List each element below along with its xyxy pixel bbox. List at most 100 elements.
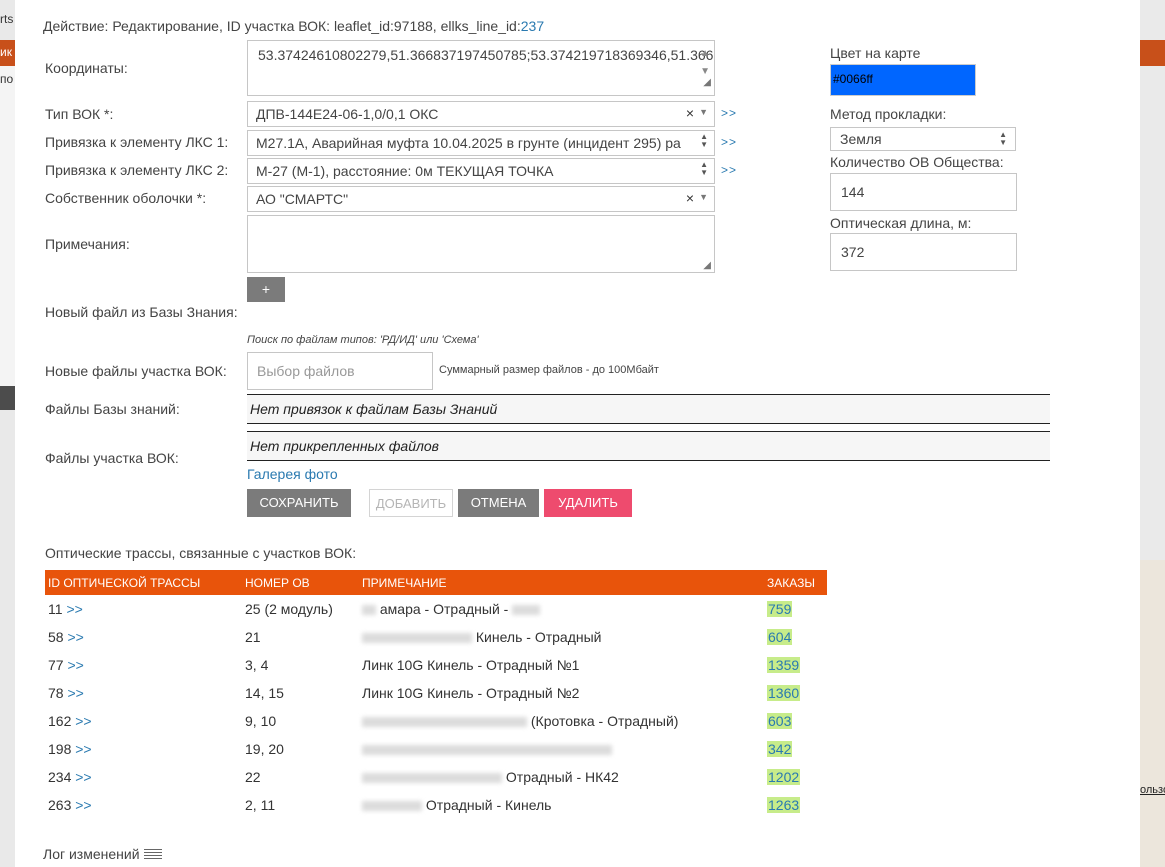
route-ob: 9, 10 (245, 713, 277, 729)
route-details-link[interactable]: >> (66, 601, 82, 617)
redacted-text (362, 745, 612, 756)
clear-icon[interactable]: × (686, 190, 694, 206)
optical-length-input[interactable]: 372 (830, 233, 1017, 271)
chevron-down-icon[interactable]: ▼ (699, 192, 708, 202)
owner-label: Собственник оболочки *: (45, 190, 207, 206)
background-text-fragment: по (0, 72, 14, 86)
table-row: 77 >> 3, 4 Линк 10G Кинель - Отрадный №1… (45, 651, 827, 679)
file-size-note: Суммарный размер файлов - до 100Мбайт (439, 364, 659, 376)
updown-icon[interactable]: ▲ ▼ (999, 131, 1007, 147)
lks1-select[interactable]: М27.1А, Аварийная муфта 10.04.2025 в гру… (247, 130, 715, 156)
background-text-fragment: rts (0, 12, 14, 26)
order-link[interactable]: 342 (767, 741, 793, 757)
redacted-text (362, 717, 527, 728)
order-link[interactable]: 759 (767, 601, 793, 617)
route-details-link[interactable]: >> (75, 769, 91, 785)
route-ob: 21 (245, 629, 261, 645)
new-files-label: Новые файлы участка ВОК: (45, 363, 227, 379)
updown-icon[interactable]: ▲ ▼ (700, 133, 708, 149)
owner-select[interactable]: АО "СМАРТС" × ▼ (247, 186, 715, 212)
clear-icon[interactable]: × (686, 105, 694, 121)
owner-value: АО "СМАРТС" (256, 191, 349, 207)
order-link[interactable]: 604 (767, 629, 793, 645)
save-button[interactable]: Сохранить (247, 489, 351, 517)
background-panel (0, 66, 15, 386)
route-id: 11 (48, 601, 63, 617)
route-note: Отрадный - НК42 (359, 763, 764, 791)
order-link[interactable]: 603 (767, 713, 793, 729)
lks2-details-link[interactable]: >> (721, 163, 737, 177)
route-note (359, 735, 764, 763)
lks2-value: М-27 (М-1), расстояние: 0м ТЕКУЩАЯ ТОЧКА (256, 163, 554, 179)
route-id: 78 (48, 685, 64, 701)
kb-files-box: Нет привязок к файлам Базы Знаний (247, 394, 1050, 424)
route-details-link[interactable]: >> (75, 741, 91, 757)
table-row: 78 >> 14, 15 Линк 10G Кинель - Отрадный … (45, 679, 827, 707)
route-details-link[interactable]: >> (67, 685, 83, 701)
order-link[interactable]: 1359 (767, 657, 801, 673)
table-row: 198 >> 19, 20 342 (45, 735, 827, 763)
method-label: Метод прокладки: (830, 106, 947, 122)
line-id-link[interactable]: 237 (521, 18, 544, 34)
fiber-count-input[interactable]: 144 (830, 173, 1017, 211)
route-note: Линк 10G Кинель - Отрадный №2 (362, 685, 580, 701)
column-header-ob: Номер ОВ (242, 570, 359, 595)
section-files-label: Файлы участка ВОК: (45, 450, 179, 466)
background-map (1140, 560, 1165, 867)
photo-gallery-link[interactable]: Галерея фото (247, 466, 338, 482)
fiber-count-label: Количество ОВ Общества: (830, 154, 1004, 170)
lks1-value: М27.1А, Аварийная муфта 10.04.2025 в гру… (256, 135, 681, 151)
route-note: Кинель - Отрадный (359, 623, 764, 651)
route-note-text: (Кротовка - Отрадный) (530, 713, 679, 729)
resize-handle-icon[interactable]: ◢ (703, 72, 711, 94)
route-note: Линк 10G Кинель - Отрадный №1 (362, 657, 580, 673)
table-row: 162 >> 9, 10 (Кротовка - Отрадный) 603 (45, 707, 827, 735)
route-ob: 25 (2 модуль) (245, 601, 333, 617)
action-header: Действие: Редактирование, ID участка ВОК… (43, 18, 544, 34)
color-label: Цвет на карте (830, 45, 921, 61)
type-details-link[interactable]: >> (721, 106, 737, 120)
column-header-id: ID оптической трассы (45, 570, 242, 595)
delete-button[interactable]: Удалить (544, 489, 632, 517)
column-header-note: Примечание (359, 570, 764, 595)
redacted-text (362, 633, 472, 644)
method-select[interactable]: Земля ▲ ▼ (830, 127, 1016, 151)
order-link[interactable]: 1263 (767, 797, 801, 813)
updown-icon[interactable]: ▲ ▼ (700, 161, 708, 177)
coords-label: Координаты: (45, 60, 128, 76)
route-details-link[interactable]: >> (75, 797, 91, 813)
lks2-select[interactable]: М-27 (М-1), расстояние: 0м ТЕКУЩАЯ ТОЧКА… (247, 158, 715, 184)
change-log-toggle[interactable]: Лог изменений (43, 846, 162, 862)
resize-handle-icon[interactable]: ◢ (703, 260, 711, 271)
routes-table: ID оптической трассы Номер ОВ Примечание… (45, 570, 827, 819)
route-note: (Кротовка - Отрадный) (359, 707, 764, 735)
notes-label: Примечания: (45, 236, 130, 252)
add-button[interactable]: Добавить (369, 489, 453, 517)
coords-value: 53.37424610802279,51.366837197450785;53.… (258, 47, 714, 63)
background-page-left: rts ик по (0, 0, 15, 867)
column-header-orders: Заказы (764, 570, 827, 595)
table-row: 11 >> 25 (2 модуль) амара - Отрадный - 7… (45, 595, 827, 623)
route-ob: 19, 20 (245, 741, 284, 757)
color-picker[interactable]: #0066ff (830, 64, 976, 96)
file-picker[interactable]: Выбор файлов (247, 352, 433, 390)
route-details-link[interactable]: >> (75, 713, 91, 729)
notes-textarea[interactable]: ◢ (247, 215, 715, 273)
redacted-text (362, 801, 422, 812)
background-dark-bar (0, 386, 15, 410)
route-details-link[interactable]: >> (67, 629, 83, 645)
coords-textarea[interactable]: 53.37424610802279,51.366837197450785;53.… (247, 40, 715, 96)
table-row: 234 >> 22 Отрадный - НК42 1202 (45, 763, 827, 791)
chevron-down-icon[interactable]: ▼ (699, 107, 708, 117)
type-value: ДПВ-144Е24-06-1,0/0,1 ОКС (256, 106, 439, 122)
route-id: 77 (48, 657, 64, 673)
order-link[interactable]: 1360 (767, 685, 801, 701)
add-kb-file-button[interactable]: + (247, 277, 285, 302)
route-details-link[interactable]: >> (67, 657, 83, 673)
cancel-button[interactable]: Отмена (458, 489, 539, 517)
background-header-bar (1140, 40, 1165, 66)
type-select[interactable]: ДПВ-144Е24-06-1,0/0,1 ОКС × ▼ (247, 101, 715, 127)
method-value: Земля (840, 131, 882, 147)
lks1-details-link[interactable]: >> (721, 135, 737, 149)
order-link[interactable]: 1202 (767, 769, 801, 785)
